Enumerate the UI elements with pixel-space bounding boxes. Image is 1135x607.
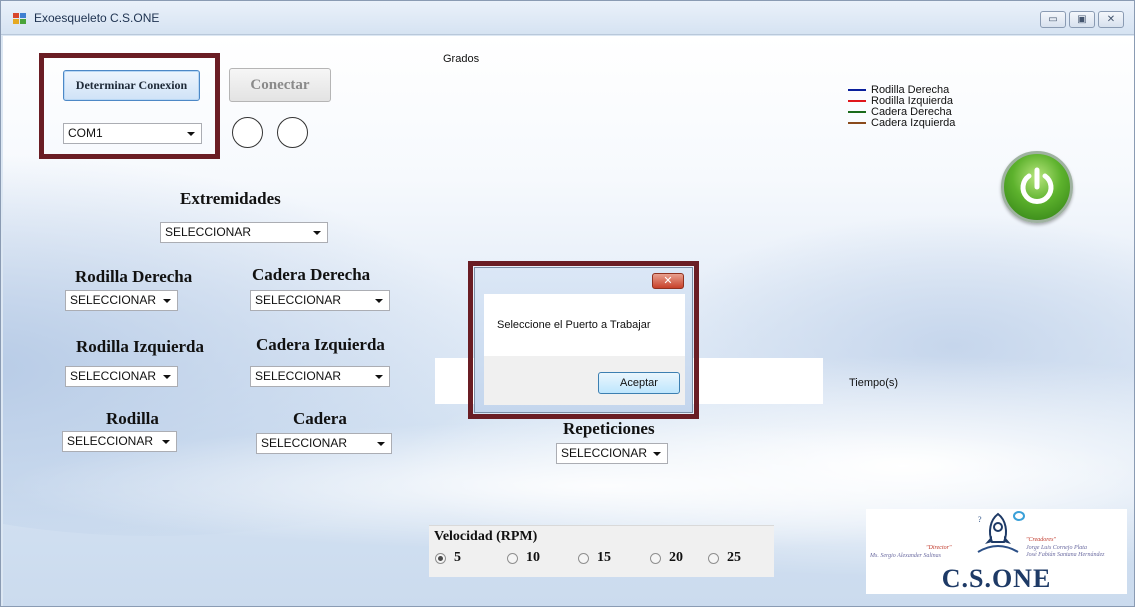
logo-name: C.S.ONE bbox=[941, 564, 1052, 593]
legend-item: Cadera Derecha bbox=[848, 106, 955, 118]
legend-swatch bbox=[848, 110, 866, 113]
app-window: Exoesqueleto C.S.ONE ▭ ▣ ✕ Determinar Co… bbox=[0, 0, 1135, 607]
legend-swatch bbox=[848, 88, 866, 91]
cs-one-logo: ? "Director" Ms. Sergio Alexander Salina… bbox=[866, 509, 1127, 594]
cadera-derecha-select[interactable]: SELECCIONAR bbox=[250, 290, 390, 311]
rodilla-select[interactable]: SELECCIONAR bbox=[62, 431, 177, 452]
dialog-footer: Aceptar bbox=[484, 356, 685, 405]
repeticiones-label: Repeticiones bbox=[563, 419, 655, 438]
port-select[interactable]: COM1 bbox=[63, 123, 202, 144]
app-icon bbox=[13, 13, 27, 25]
rocket-icon: ? bbox=[977, 511, 1025, 553]
chevron-down-icon bbox=[163, 375, 171, 379]
legend-item: Rodilla Derecha bbox=[848, 84, 955, 96]
repeticiones-select-value: SELECCIONAR bbox=[561, 446, 648, 460]
radio-label: 20 bbox=[669, 550, 683, 565]
radio-icon bbox=[507, 552, 518, 564]
radio-label: 10 bbox=[526, 550, 540, 565]
logo-creator-1: Jorge Luis Cornejo Plata bbox=[1026, 545, 1087, 551]
rodilla-izquierda-select-value: SELECCIONAR bbox=[70, 369, 157, 383]
logo-director-title: "Director" bbox=[926, 545, 952, 551]
close-button[interactable]: ✕ bbox=[1098, 11, 1124, 28]
svg-text:?: ? bbox=[978, 515, 982, 524]
extremidades-select-value: SELECCIONAR bbox=[165, 225, 252, 239]
velocidad-option-5[interactable]: 5 bbox=[435, 550, 461, 566]
velocidad-group: Velocidad (RPM) 5 10 15 20 25 bbox=[429, 525, 774, 577]
cadera-select[interactable]: SELECCIONAR bbox=[256, 433, 392, 454]
dialog-body: Seleccione el Puerto a Trabajar bbox=[484, 294, 685, 356]
logo-creators-title: "Creadores" bbox=[1026, 537, 1056, 543]
rodilla-derecha-label: Rodilla Derecha bbox=[75, 267, 193, 286]
dialog-message: Seleccione el Puerto a Trabajar bbox=[497, 319, 651, 331]
minimize-button[interactable]: ▭ bbox=[1040, 11, 1066, 28]
conectar-button[interactable]: Conectar bbox=[229, 68, 331, 102]
velocidad-option-20[interactable]: 20 bbox=[650, 550, 683, 566]
power-icon bbox=[1020, 167, 1054, 204]
maximize-button[interactable]: ▣ bbox=[1069, 11, 1095, 28]
radio-selected-icon bbox=[435, 552, 446, 564]
radio-icon bbox=[578, 552, 589, 564]
chevron-down-icon bbox=[375, 299, 383, 303]
cadera-izquierda-select[interactable]: SELECCIONAR bbox=[250, 366, 390, 387]
velocidad-option-10[interactable]: 10 bbox=[507, 550, 540, 566]
radio-label: 15 bbox=[597, 550, 611, 565]
chevron-down-icon bbox=[313, 231, 321, 235]
message-dialog: ✕ Seleccione el Puerto a Trabajar Acepta… bbox=[474, 267, 693, 413]
repeticiones-select[interactable]: SELECCIONAR bbox=[556, 443, 668, 464]
rodilla-izquierda-select[interactable]: SELECCIONAR bbox=[65, 366, 178, 387]
rodilla-derecha-select[interactable]: SELECCIONAR bbox=[65, 290, 178, 311]
radio-icon bbox=[708, 552, 719, 564]
chevron-down-icon bbox=[375, 375, 383, 379]
port-select-value: COM1 bbox=[68, 126, 103, 140]
chevron-down-icon bbox=[653, 452, 661, 456]
extremidades-label: Extremidades bbox=[180, 189, 281, 208]
cadera-label: Cadera bbox=[293, 409, 347, 428]
aceptar-button[interactable]: Aceptar bbox=[598, 372, 680, 394]
rodilla-label: Rodilla bbox=[106, 409, 159, 428]
extremidades-select[interactable]: SELECCIONAR bbox=[160, 222, 328, 243]
radio-label: 25 bbox=[727, 550, 741, 565]
chevron-down-icon bbox=[187, 132, 195, 136]
logo-creator-2: José Fabián Santana Hernández bbox=[1026, 552, 1105, 558]
chevron-down-icon bbox=[163, 299, 171, 303]
legend-item: Cadera Izquierda bbox=[848, 116, 956, 129]
title-bar[interactable]: Exoesqueleto C.S.ONE ▭ ▣ ✕ bbox=[1, 1, 1134, 35]
legend-swatch bbox=[848, 121, 866, 124]
logo-director-name: Ms. Sergio Alexander Salinas bbox=[870, 553, 941, 559]
chevron-down-icon bbox=[377, 442, 385, 446]
legend-label: Cadera Izquierda bbox=[871, 116, 956, 129]
cadera-select-value: SELECCIONAR bbox=[261, 436, 348, 450]
status-indicator bbox=[277, 117, 308, 148]
velocidad-option-15[interactable]: 15 bbox=[578, 550, 611, 566]
chart-y-axis-label: Grados bbox=[443, 53, 480, 65]
chevron-down-icon bbox=[162, 440, 170, 444]
chart-legend: Rodilla Derecha Rodilla Izquierda Cadera… bbox=[848, 84, 956, 129]
window-title: Exoesqueleto C.S.ONE bbox=[34, 11, 160, 25]
determinar-conexion-button[interactable]: Determinar Conexion bbox=[63, 70, 200, 101]
power-button[interactable] bbox=[1001, 151, 1073, 223]
rodilla-izquierda-label: Rodilla Izquierda bbox=[76, 337, 204, 356]
velocidad-label: Velocidad (RPM) bbox=[434, 529, 538, 544]
chart-x-axis-label: Tiempo(s) bbox=[849, 377, 899, 389]
client-area: Determinar Conexion COM1 Conectar Extrem… bbox=[3, 36, 1134, 606]
rodilla-derecha-select-value: SELECCIONAR bbox=[70, 293, 157, 307]
velocidad-option-25[interactable]: 25 bbox=[708, 550, 741, 566]
rodilla-select-value: SELECCIONAR bbox=[67, 434, 154, 448]
cadera-derecha-label: Cadera Derecha bbox=[252, 265, 371, 284]
cadera-derecha-select-value: SELECCIONAR bbox=[255, 293, 342, 307]
cadera-izquierda-select-value: SELECCIONAR bbox=[255, 369, 342, 383]
status-indicator bbox=[232, 117, 263, 148]
radio-label: 5 bbox=[454, 550, 461, 565]
dialog-close-button[interactable]: ✕ bbox=[652, 273, 684, 289]
radio-icon bbox=[650, 552, 661, 564]
legend-swatch bbox=[848, 99, 866, 102]
cadera-izquierda-label: Cadera Izquierda bbox=[256, 335, 385, 354]
legend-item: Rodilla Izquierda bbox=[848, 95, 955, 107]
window-controls: ▭ ▣ ✕ bbox=[1040, 11, 1124, 28]
